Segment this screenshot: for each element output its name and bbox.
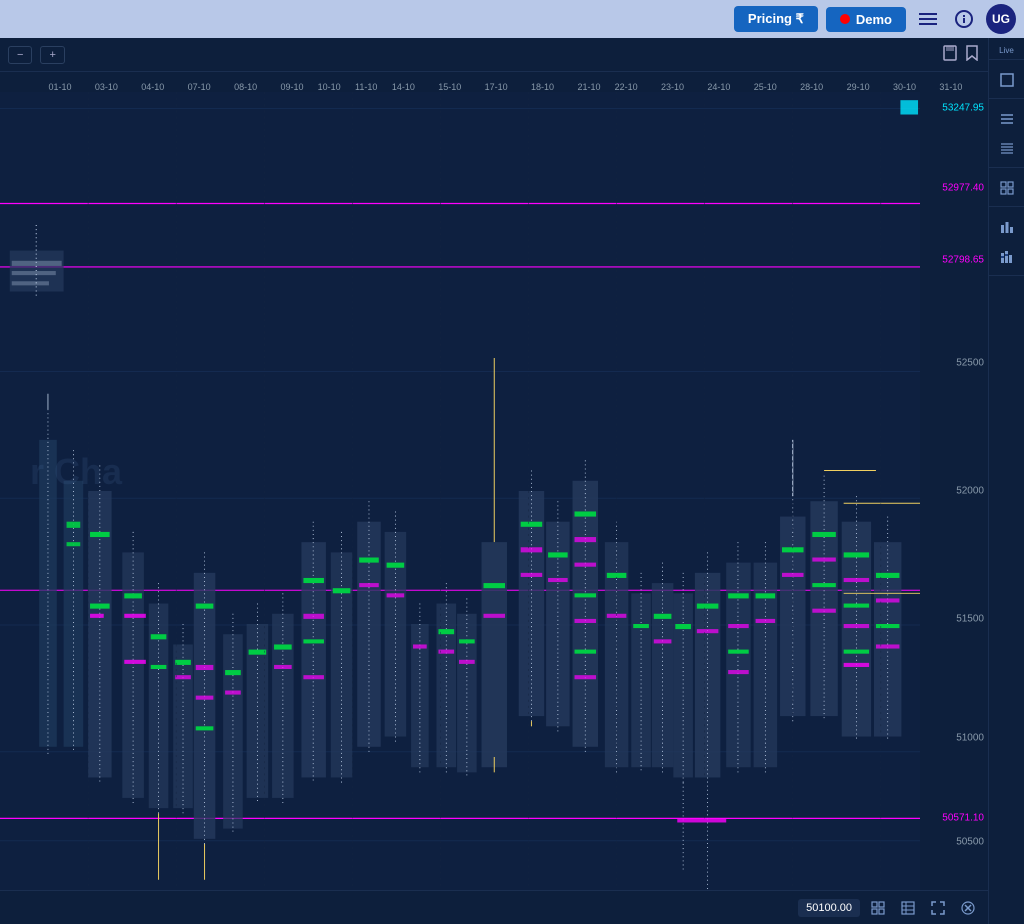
time-label: 24-10 (707, 82, 730, 92)
time-label: 31-10 (939, 82, 962, 92)
sidebar-section-bars (989, 209, 1024, 276)
time-axis: 01-10 03-10 04-10 07-10 08-10 09-10 10-1… (0, 72, 988, 92)
price-label-5: 51500 (956, 613, 984, 624)
price-label-7: 50571.10 (942, 813, 984, 824)
time-label: 23-10 (661, 82, 684, 92)
demo-label: Demo (856, 12, 892, 27)
bottom-bar: 50100.00 (0, 890, 988, 924)
time-label: 09-10 (280, 82, 303, 92)
time-label: 01-10 (48, 82, 71, 92)
bookmark-icon-button[interactable] (964, 45, 980, 64)
pricing-label: Pricing ₹ (748, 11, 804, 27)
price-label-top: 53247.95 (942, 102, 984, 113)
chart-toolbar: − + (0, 38, 988, 72)
avatar[interactable]: UG (986, 4, 1016, 34)
time-label: 10-10 (318, 82, 341, 92)
time-label: 28-10 (800, 82, 823, 92)
expand-icon-button[interactable] (926, 896, 950, 920)
time-label: 15-10 (438, 82, 461, 92)
main-area: − + 01-10 03-10 04-10 07-10 (0, 38, 1024, 924)
time-label: 29-10 (847, 82, 870, 92)
price-label-8: 50500 (956, 837, 984, 848)
live-badge: Live (999, 46, 1014, 55)
pricing-button[interactable]: Pricing ₹ (734, 6, 818, 32)
time-label: 14-10 (392, 82, 415, 92)
time-label: 11-10 (355, 82, 377, 92)
close-icon-button[interactable] (956, 896, 980, 920)
time-label: 18-10 (531, 82, 554, 92)
time-label: 30-10 (893, 82, 916, 92)
time-label: 17-10 (485, 82, 508, 92)
price-label-1: 52977.40 (942, 182, 984, 193)
avatar-text: UG (992, 12, 1010, 26)
time-label: 03-10 (95, 82, 118, 92)
list-icon[interactable] (993, 105, 1021, 133)
sidebar-section-view (989, 62, 1024, 99)
table-icon-button[interactable] (896, 896, 920, 920)
square-view-icon[interactable] (993, 66, 1021, 94)
minus-button[interactable]: − (8, 46, 32, 64)
grid2x2-icon[interactable] (993, 174, 1021, 202)
bar-chart-icon[interactable] (993, 213, 1021, 241)
time-label: 21-10 (577, 82, 600, 92)
minus-label: − (17, 49, 23, 61)
time-label: 07-10 (188, 82, 211, 92)
time-label: 08-10 (234, 82, 257, 92)
sidebar-section-list (989, 101, 1024, 168)
price-label-4: 52000 (956, 486, 984, 497)
bottom-price-box: 50100.00 (798, 899, 860, 917)
save-icon-button[interactable] (942, 45, 958, 64)
price-axis: 53247.95 52977.40 52798.65 52500 52000 5… (920, 92, 988, 890)
chart-container: − + 01-10 03-10 04-10 07-10 (0, 38, 988, 924)
menu-icon-button[interactable] (914, 5, 942, 33)
grid-icon-button[interactable] (866, 896, 890, 920)
demo-button[interactable]: Demo (826, 7, 906, 32)
info-icon-button[interactable] (950, 5, 978, 33)
plus-label: + (49, 49, 55, 61)
right-sidebar: Live (988, 38, 1024, 924)
demo-dot (840, 14, 850, 24)
sidebar-section-live: Live (989, 42, 1024, 60)
time-label: 25-10 (754, 82, 777, 92)
plus-button[interactable]: + (40, 46, 64, 64)
column-chart-icon[interactable] (993, 243, 1021, 271)
chart-area[interactable]: r Cha (0, 92, 920, 890)
time-label: 04-10 (141, 82, 164, 92)
price-label-3: 52500 (956, 358, 984, 369)
price-label-2: 52798.65 (942, 254, 984, 265)
time-label: 22-10 (615, 82, 638, 92)
price-label-6: 51000 (956, 733, 984, 744)
top-bar: Pricing ₹ Demo UG (0, 0, 1024, 38)
list2-icon[interactable] (993, 135, 1021, 163)
sidebar-section-grid (989, 170, 1024, 207)
